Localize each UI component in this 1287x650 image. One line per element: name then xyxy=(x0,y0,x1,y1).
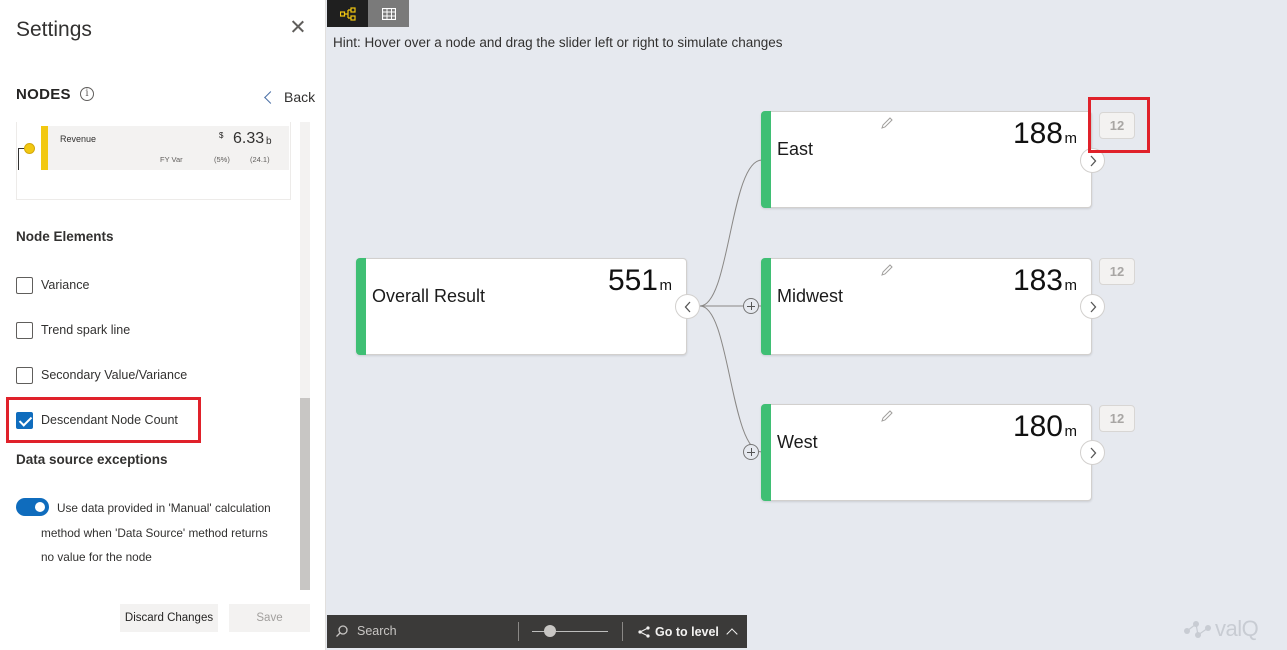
node-name: Overall Result xyxy=(372,286,486,306)
pencil-icon[interactable] xyxy=(880,116,894,130)
collapse-button[interactable] xyxy=(675,294,700,319)
node-unit: m xyxy=(1064,423,1078,440)
node-unit: m xyxy=(1064,130,1078,147)
hierarchy-icon xyxy=(638,625,650,638)
search-icon xyxy=(336,625,348,637)
node-unit: m xyxy=(1064,277,1078,294)
zoom-slider-handle[interactable] xyxy=(544,625,556,637)
bottom-toolbar: Search Go to level xyxy=(327,615,747,648)
chevron-right-icon xyxy=(1090,301,1096,312)
node-value: 183 xyxy=(1012,264,1063,297)
chevron-right-icon xyxy=(1090,155,1096,166)
node-value: 180 xyxy=(1012,410,1063,443)
node-name: West xyxy=(777,432,818,452)
pencil-icon[interactable] xyxy=(880,263,894,277)
node-accent-bar xyxy=(356,258,366,355)
node-name: Midwest xyxy=(777,286,844,306)
toolbar-divider xyxy=(518,622,519,641)
node-value: 188 xyxy=(1012,117,1063,150)
node-value: 551 xyxy=(607,264,658,297)
add-node-icon[interactable] xyxy=(743,298,759,314)
chevron-up-icon xyxy=(726,628,738,640)
chevron-right-icon xyxy=(1090,447,1096,458)
search-input[interactable]: Search xyxy=(357,624,397,638)
node-overall-result[interactable]: Overall Result 551 m xyxy=(356,258,687,355)
descendant-count-badge: 12 xyxy=(1099,258,1135,285)
node-midwest[interactable]: Midwest 183 m xyxy=(761,258,1092,355)
node-accent-bar xyxy=(761,111,771,208)
node-name: East xyxy=(777,139,814,159)
chevron-left-icon xyxy=(684,301,690,312)
go-to-level-button[interactable]: Go to level xyxy=(638,623,738,640)
pencil-icon[interactable] xyxy=(880,409,894,423)
node-west[interactable]: West 180 m xyxy=(761,404,1092,501)
toolbar-divider xyxy=(622,622,623,641)
node-east[interactable]: East 188 m xyxy=(761,111,1092,208)
node-accent-bar xyxy=(761,258,771,355)
node-accent-bar xyxy=(761,404,771,501)
expand-button[interactable] xyxy=(1080,294,1105,319)
node-unit: m xyxy=(659,277,673,294)
add-node-icon[interactable] xyxy=(743,444,759,460)
logo-text: valQ xyxy=(1215,616,1259,641)
go-to-level-label: Go to level xyxy=(655,624,719,639)
descendant-count-badge: 12 xyxy=(1099,405,1135,432)
valq-logo: valQ xyxy=(1183,616,1259,642)
logo-mark-icon xyxy=(1184,621,1211,638)
highlight-box xyxy=(1088,97,1150,153)
expand-button[interactable] xyxy=(1080,440,1105,465)
